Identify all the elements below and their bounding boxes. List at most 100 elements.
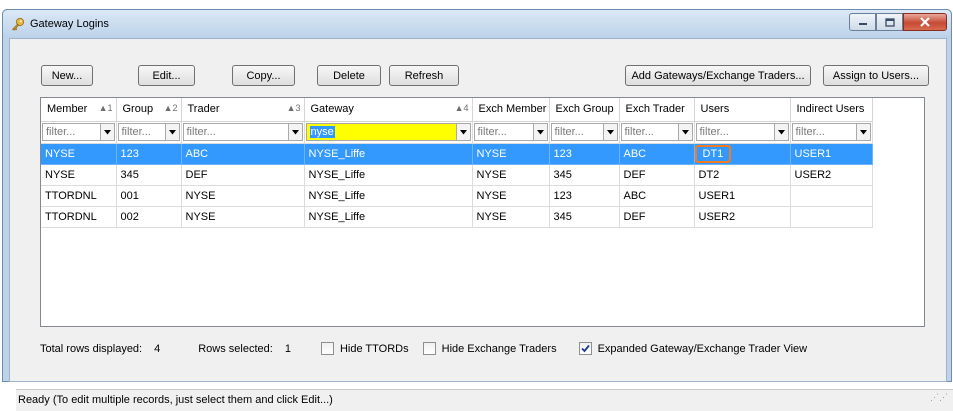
checkbox-box[interactable] — [320, 342, 334, 355]
dropdown-arrow-icon[interactable] — [677, 124, 692, 140]
table-cell[interactable]: NYSE_Liffe — [304, 164, 473, 186]
filter-input-exch-member[interactable]: filter... — [473, 123, 548, 141]
table-cell[interactable]: ABC — [619, 185, 695, 207]
title-bar[interactable]: Gateway Logins — [3, 10, 951, 38]
client-area: New... Edit... Copy... Delete Refresh Ad… — [9, 38, 953, 411]
table-cell[interactable]: 123 — [116, 143, 182, 165]
table-row[interactable]: NYSE 345 DEF NYSE_Liffe NYSE 345 DEF DT2 USER2 — [41, 164, 873, 186]
column-header[interactable]: Indirect Users — [790, 98, 873, 122]
window-title: Gateway Logins — [30, 18, 109, 30]
table-cell[interactable]: DEF — [619, 206, 695, 228]
minimize-button[interactable] — [849, 13, 876, 31]
copy-button[interactable]: Copy... — [232, 65, 295, 86]
checkbox-box[interactable] — [578, 342, 592, 355]
table-cell[interactable]: DEF — [619, 164, 695, 186]
total-rows-value: 4 — [154, 342, 161, 355]
filter-input-indirect-users[interactable]: filter... — [791, 123, 871, 141]
table-cell[interactable]: ABC — [619, 143, 695, 165]
filter-input-users[interactable]: filter... — [695, 123, 789, 141]
sort-asc-icon: ▲1 — [98, 103, 113, 113]
maximize-icon — [884, 17, 895, 27]
hide-exchange-traders-checkbox[interactable]: Hide Exchange Traders — [422, 342, 557, 355]
table-row[interactable]: TTORDNL 002 NYSE NYSE_Liffe NYSE 345 DEF USER2 — [41, 206, 873, 228]
column-header[interactable]: Gateway ▲4 — [304, 98, 473, 122]
table-cell[interactable] — [790, 206, 873, 228]
table-cell[interactable]: DT2 — [694, 164, 791, 186]
minimize-icon — [858, 23, 867, 25]
table-row[interactable]: TTORDNL 001 NYSE NYSE_Liffe NYSE 123 ABC USER1 — [41, 185, 873, 207]
dropdown-arrow-icon[interactable] — [164, 124, 179, 140]
hide-ttords-checkbox[interactable]: Hide TTORDs — [320, 342, 409, 355]
column-header[interactable]: Exch Trader — [619, 98, 695, 122]
filter-input-member[interactable]: filter... — [42, 123, 115, 141]
status-text: Ready (To edit multiple records, just se… — [18, 394, 333, 406]
resize-grip-icon[interactable]: ⋰⋰ — [930, 387, 948, 407]
sort-asc-icon: ▲3 — [286, 103, 301, 113]
gateway-logins-grid[interactable]: Member ▲1 Group ▲2 Trader ▲3 Gateway ▲4 Exch… — [40, 97, 925, 327]
table-cell[interactable]: NYSE — [41, 164, 117, 186]
table-cell[interactable]: NYSE_Liffe — [304, 143, 473, 165]
table-cell[interactable]: DEF — [181, 164, 305, 186]
filter-input-gateway[interactable]: nyse — [305, 123, 471, 141]
table-cell[interactable]: USER1 — [694, 185, 791, 207]
dropdown-arrow-icon[interactable] — [773, 124, 788, 140]
dropdown-arrow-icon[interactable] — [532, 124, 547, 140]
column-header[interactable]: Exch Group — [549, 98, 620, 122]
dropdown-arrow-icon[interactable] — [602, 124, 617, 140]
table-cell[interactable]: ABC — [181, 143, 305, 165]
table-cell[interactable]: USER2 — [790, 164, 873, 186]
table-cell[interactable]: NYSE — [41, 143, 117, 165]
table-cell[interactable]: 345 — [116, 164, 182, 186]
key-icon — [12, 17, 25, 31]
dropdown-arrow-icon[interactable] — [287, 124, 302, 140]
filter-row: filter... filter... filter... nyse filte… — [41, 121, 873, 144]
table-cell[interactable]: NYSE_Liffe — [304, 206, 473, 228]
column-header[interactable]: Trader ▲3 — [181, 98, 305, 122]
sort-asc-icon: ▲2 — [163, 103, 178, 113]
dropdown-arrow-icon[interactable] — [99, 124, 114, 140]
new-button[interactable]: New... — [41, 65, 93, 86]
table-cell[interactable] — [790, 185, 873, 207]
column-header[interactable]: Member ▲1 — [41, 98, 117, 122]
table-cell[interactable]: DT1 — [694, 143, 791, 165]
dropdown-arrow-icon[interactable] — [455, 124, 470, 140]
expanded-view-checkbox[interactable]: Expanded Gateway/Exchange Trader View — [578, 342, 807, 355]
sort-asc-icon: ▲4 — [454, 103, 469, 113]
table-cell[interactable]: NYSE — [181, 206, 305, 228]
table-cell[interactable]: NYSE — [472, 143, 550, 165]
column-header[interactable]: Group ▲2 — [116, 98, 182, 122]
table-cell[interactable]: 123 — [549, 185, 620, 207]
table-cell[interactable]: 123 — [549, 143, 620, 165]
filter-input-exch-group[interactable]: filter... — [550, 123, 618, 141]
column-header[interactable]: Users — [694, 98, 791, 122]
refresh-button[interactable]: Refresh — [389, 65, 459, 86]
filter-input-exch-trader[interactable]: filter... — [620, 123, 693, 141]
add-gateways-button[interactable]: Add Gateways/Exchange Traders... — [625, 65, 811, 86]
maximize-button[interactable] — [876, 13, 903, 31]
close-icon — [920, 17, 930, 27]
delete-button[interactable]: Delete — [317, 65, 381, 86]
assign-users-button[interactable]: Assign to Users... — [823, 65, 929, 86]
edit-button[interactable]: Edit... — [138, 65, 195, 86]
table-cell[interactable]: NYSE_Liffe — [304, 185, 473, 207]
filter-input-group[interactable]: filter... — [117, 123, 180, 141]
table-cell[interactable]: 345 — [549, 164, 620, 186]
column-header[interactable]: Exch Member — [472, 98, 550, 122]
checkbox-box[interactable] — [422, 342, 436, 355]
table-cell[interactable]: NYSE — [472, 185, 550, 207]
table-cell[interactable]: USER1 — [790, 143, 873, 165]
dropdown-arrow-icon[interactable] — [855, 124, 870, 140]
close-button[interactable] — [903, 13, 947, 31]
table-cell[interactable]: TTORDNL — [41, 206, 117, 228]
table-cell[interactable]: NYSE — [472, 206, 550, 228]
table-cell[interactable]: USER2 — [694, 206, 791, 228]
table-cell[interactable]: NYSE — [472, 164, 550, 186]
table-cell[interactable]: NYSE — [181, 185, 305, 207]
table-cell[interactable]: 001 — [116, 185, 182, 207]
table-cell[interactable]: 002 — [116, 206, 182, 228]
table-row[interactable]: NYSE 123 ABC NYSE_Liffe NYSE 123 ABC DT1 USER1 — [41, 143, 873, 165]
rows-selected-label: Rows selected: — [198, 342, 273, 355]
filter-input-trader[interactable]: filter... — [182, 123, 303, 141]
table-cell[interactable]: 345 — [549, 206, 620, 228]
table-cell[interactable]: TTORDNL — [41, 185, 117, 207]
